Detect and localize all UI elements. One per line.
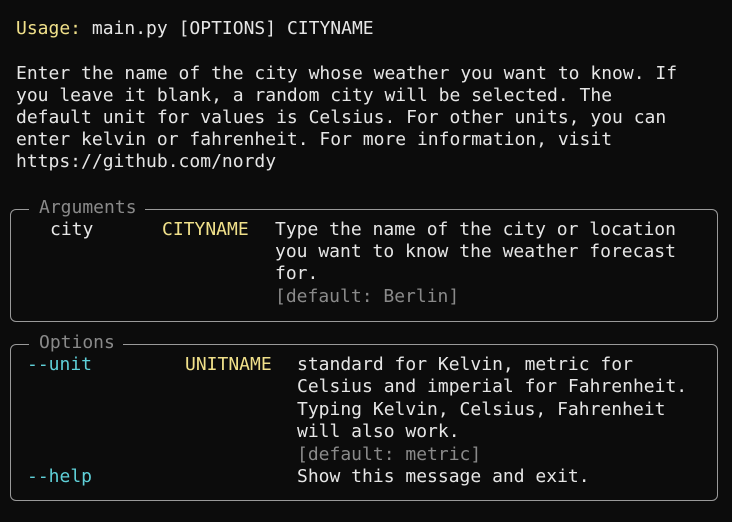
options-panel-title: Options [29, 332, 123, 355]
usage-label: Usage: [16, 18, 82, 39]
option-unit-help-line-1: standard for Kelvin, metric for [297, 354, 633, 375]
terminal-window: Usage: main.py [OPTIONS] CITYNAME Enter … [0, 0, 732, 522]
description-line-4: enter kelvin or fahrenheit. For more inf… [16, 129, 613, 150]
option-metavar-unit: UNITNAME [185, 354, 272, 375]
usage-line: Usage: main.py [OPTIONS] CITYNAME [16, 18, 374, 40]
argument-help-line-1: Type the name of the city or location [275, 219, 676, 240]
description-line-2: you leave it blank, a random city will b… [16, 85, 613, 106]
argument-metavar-city: CITYNAME [162, 219, 249, 240]
argument-default: [default: Berlin] [275, 286, 460, 307]
arguments-panel-title: Arguments [29, 197, 145, 220]
arguments-panel: Arguments city CITYNAME Type the name of… [10, 197, 718, 322]
option-unit-help-line-4: will also work. [297, 421, 460, 442]
description-line-1: Enter the name of the city whose weather… [16, 63, 678, 84]
argument-help-line-3: for. [275, 263, 319, 284]
argument-help-line-2: you want to know the weather forecast [275, 241, 676, 262]
description-line-5: https://github.com/nordy [16, 151, 277, 172]
argument-name-city: city [50, 219, 94, 240]
usage-command: main.py [OPTIONS] CITYNAME [91, 18, 374, 39]
description-line-3: default unit for values is Celsius. For … [16, 107, 667, 128]
option-help-help-line-1: Show this message and exit. [297, 466, 590, 487]
options-panel: Options --unit UNITNAME standard for Kel… [10, 332, 718, 501]
option-name-help: --help [27, 466, 93, 487]
option-unit-help-line-3: Typing Kelvin, Celsius, Fahrenheit [297, 399, 666, 420]
option-unit-default: [default: metric] [297, 444, 482, 465]
option-name-unit: --unit [27, 354, 93, 375]
option-unit-help-line-2: Celsius and imperial for Fahrenheit. [297, 376, 688, 397]
